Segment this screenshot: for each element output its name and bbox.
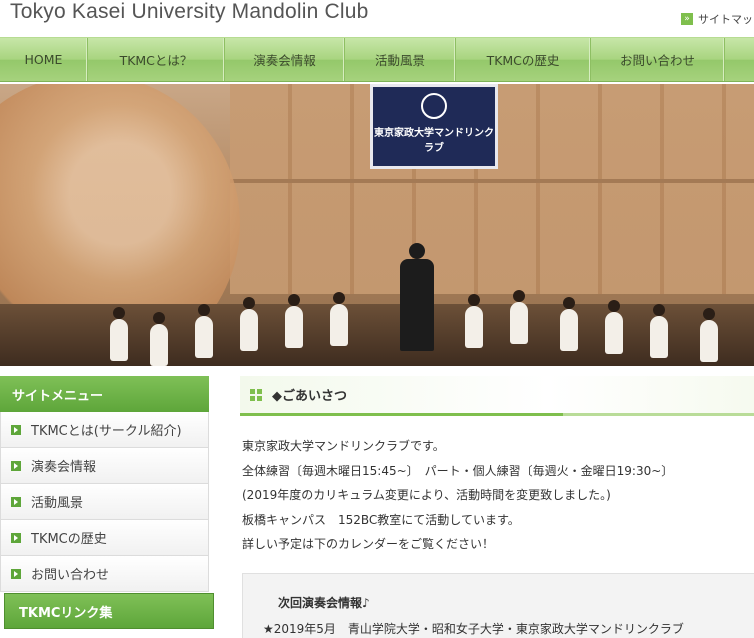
performer xyxy=(605,300,623,354)
grid-icon xyxy=(250,388,262,401)
sidebar-item-history[interactable]: TKMCの歴史 xyxy=(0,520,209,556)
sidebar-item-label: 演奏会情報 xyxy=(31,460,97,475)
main-content: ◆ごあいさつ 東京家政大学マンドリンクラブです。 全体練習〔毎週木曜日15:45… xyxy=(240,376,754,638)
nav-home[interactable]: HOME xyxy=(0,38,88,81)
sidebar-item-label: お問い合わせ xyxy=(31,568,110,583)
performer xyxy=(285,294,303,348)
sidebar-item-label: TKMCとは(サークル紹介) xyxy=(31,424,182,439)
main-nav: HOME TKMCとは？ 演奏会情報 活動風景 TKMCの歴史 お問い合わせ xyxy=(0,37,754,82)
performer xyxy=(195,304,213,358)
double-arrow-icon: » xyxy=(681,13,693,25)
intro-line: 全体練習〔毎週木曜日15:45~〕 パート・個人練習〔毎週火・金曜日19:30~… xyxy=(242,463,674,478)
performer xyxy=(510,290,528,344)
performer xyxy=(465,294,483,348)
next-concert-box: 次回演奏会情報♪ ★2019年5月 青山学院大学・昭和女子大学・東京家政大学マン… xyxy=(242,573,754,638)
hall-wall-rail xyxy=(230,179,754,183)
sidebar-item-concerts[interactable]: 演奏会情報 xyxy=(0,448,209,484)
sidebar-item-label: 活動風景 xyxy=(31,496,84,511)
heading-underline xyxy=(240,413,563,416)
links-heading: TKMCリンク集 xyxy=(4,593,214,629)
intro-line: 東京家政大学マンドリンクラブです。 xyxy=(242,439,445,453)
performer xyxy=(240,297,258,351)
intro-line: 板橋キャンパス 152BC教室にて活動しています。 xyxy=(242,512,520,527)
site-menu-heading: サイトメニュー xyxy=(0,376,209,412)
sidebar-item-activities[interactable]: 活動風景 xyxy=(0,484,209,520)
performer xyxy=(150,312,168,366)
site-title[interactable]: Tokyo Kasei University Mandolin Club xyxy=(10,0,369,24)
next-concert-line: ★2019年5月 青山学院大学・昭和女子大学・東京家政大学マンドリンクラブ xyxy=(263,622,684,636)
sidebar-item-label: TKMCの歴史 xyxy=(31,532,107,547)
conductor-figure xyxy=(400,243,434,351)
intro-text: 東京家政大学マンドリンクラブです。 全体練習〔毎週木曜日15:45~〕 パート・… xyxy=(240,434,754,557)
nav-contact[interactable]: お問い合わせ xyxy=(591,38,725,81)
performer xyxy=(560,297,578,351)
performer xyxy=(700,308,718,362)
sitemap-link[interactable]: » サイトマッ xyxy=(681,11,753,27)
banner-text: 東京家政大学マンドリンクラブ xyxy=(374,128,494,154)
arrow-bullet-icon xyxy=(11,424,21,435)
nav-activities[interactable]: 活動風景 xyxy=(345,38,456,81)
sidebar-item-contact[interactable]: お問い合わせ xyxy=(0,556,209,592)
greeting-title: ◆ごあいさつ xyxy=(272,389,347,404)
nav-filler xyxy=(725,38,754,81)
arrow-bullet-icon xyxy=(11,496,21,507)
performer xyxy=(110,307,128,361)
nav-concerts[interactable]: 演奏会情報 xyxy=(225,38,345,81)
nav-history[interactable]: TKMCの歴史 xyxy=(456,38,591,81)
nav-about[interactable]: TKMCとは？ xyxy=(88,38,225,81)
greeting-heading: ◆ごあいさつ xyxy=(240,376,754,416)
arrow-bullet-icon xyxy=(11,532,21,543)
intro-line: (2019年度のカリキュラム変更により、活動時間を変更致しました。) xyxy=(242,488,611,502)
sidebar-item-about[interactable]: TKMCとは(サークル紹介) xyxy=(0,412,209,448)
performer xyxy=(330,292,348,346)
intro-line: 詳しい予定は下のカレンダーをご覧ください！ xyxy=(242,537,495,551)
club-logo-icon xyxy=(421,93,447,119)
sidebar: サイトメニュー TKMCとは(サークル紹介) 演奏会情報 活動風景 TKMCの歴… xyxy=(0,376,215,629)
performer xyxy=(650,304,668,358)
club-banner: 東京家政大学マンドリンクラブ xyxy=(370,84,498,169)
next-concert-title: 次回演奏会情報♪ xyxy=(278,596,370,610)
arrow-bullet-icon xyxy=(11,568,21,579)
hero-photo: 東京家政大学マンドリンクラブ xyxy=(0,84,754,366)
sitemap-label: サイトマッ xyxy=(698,13,753,26)
arrow-bullet-icon xyxy=(11,460,21,471)
